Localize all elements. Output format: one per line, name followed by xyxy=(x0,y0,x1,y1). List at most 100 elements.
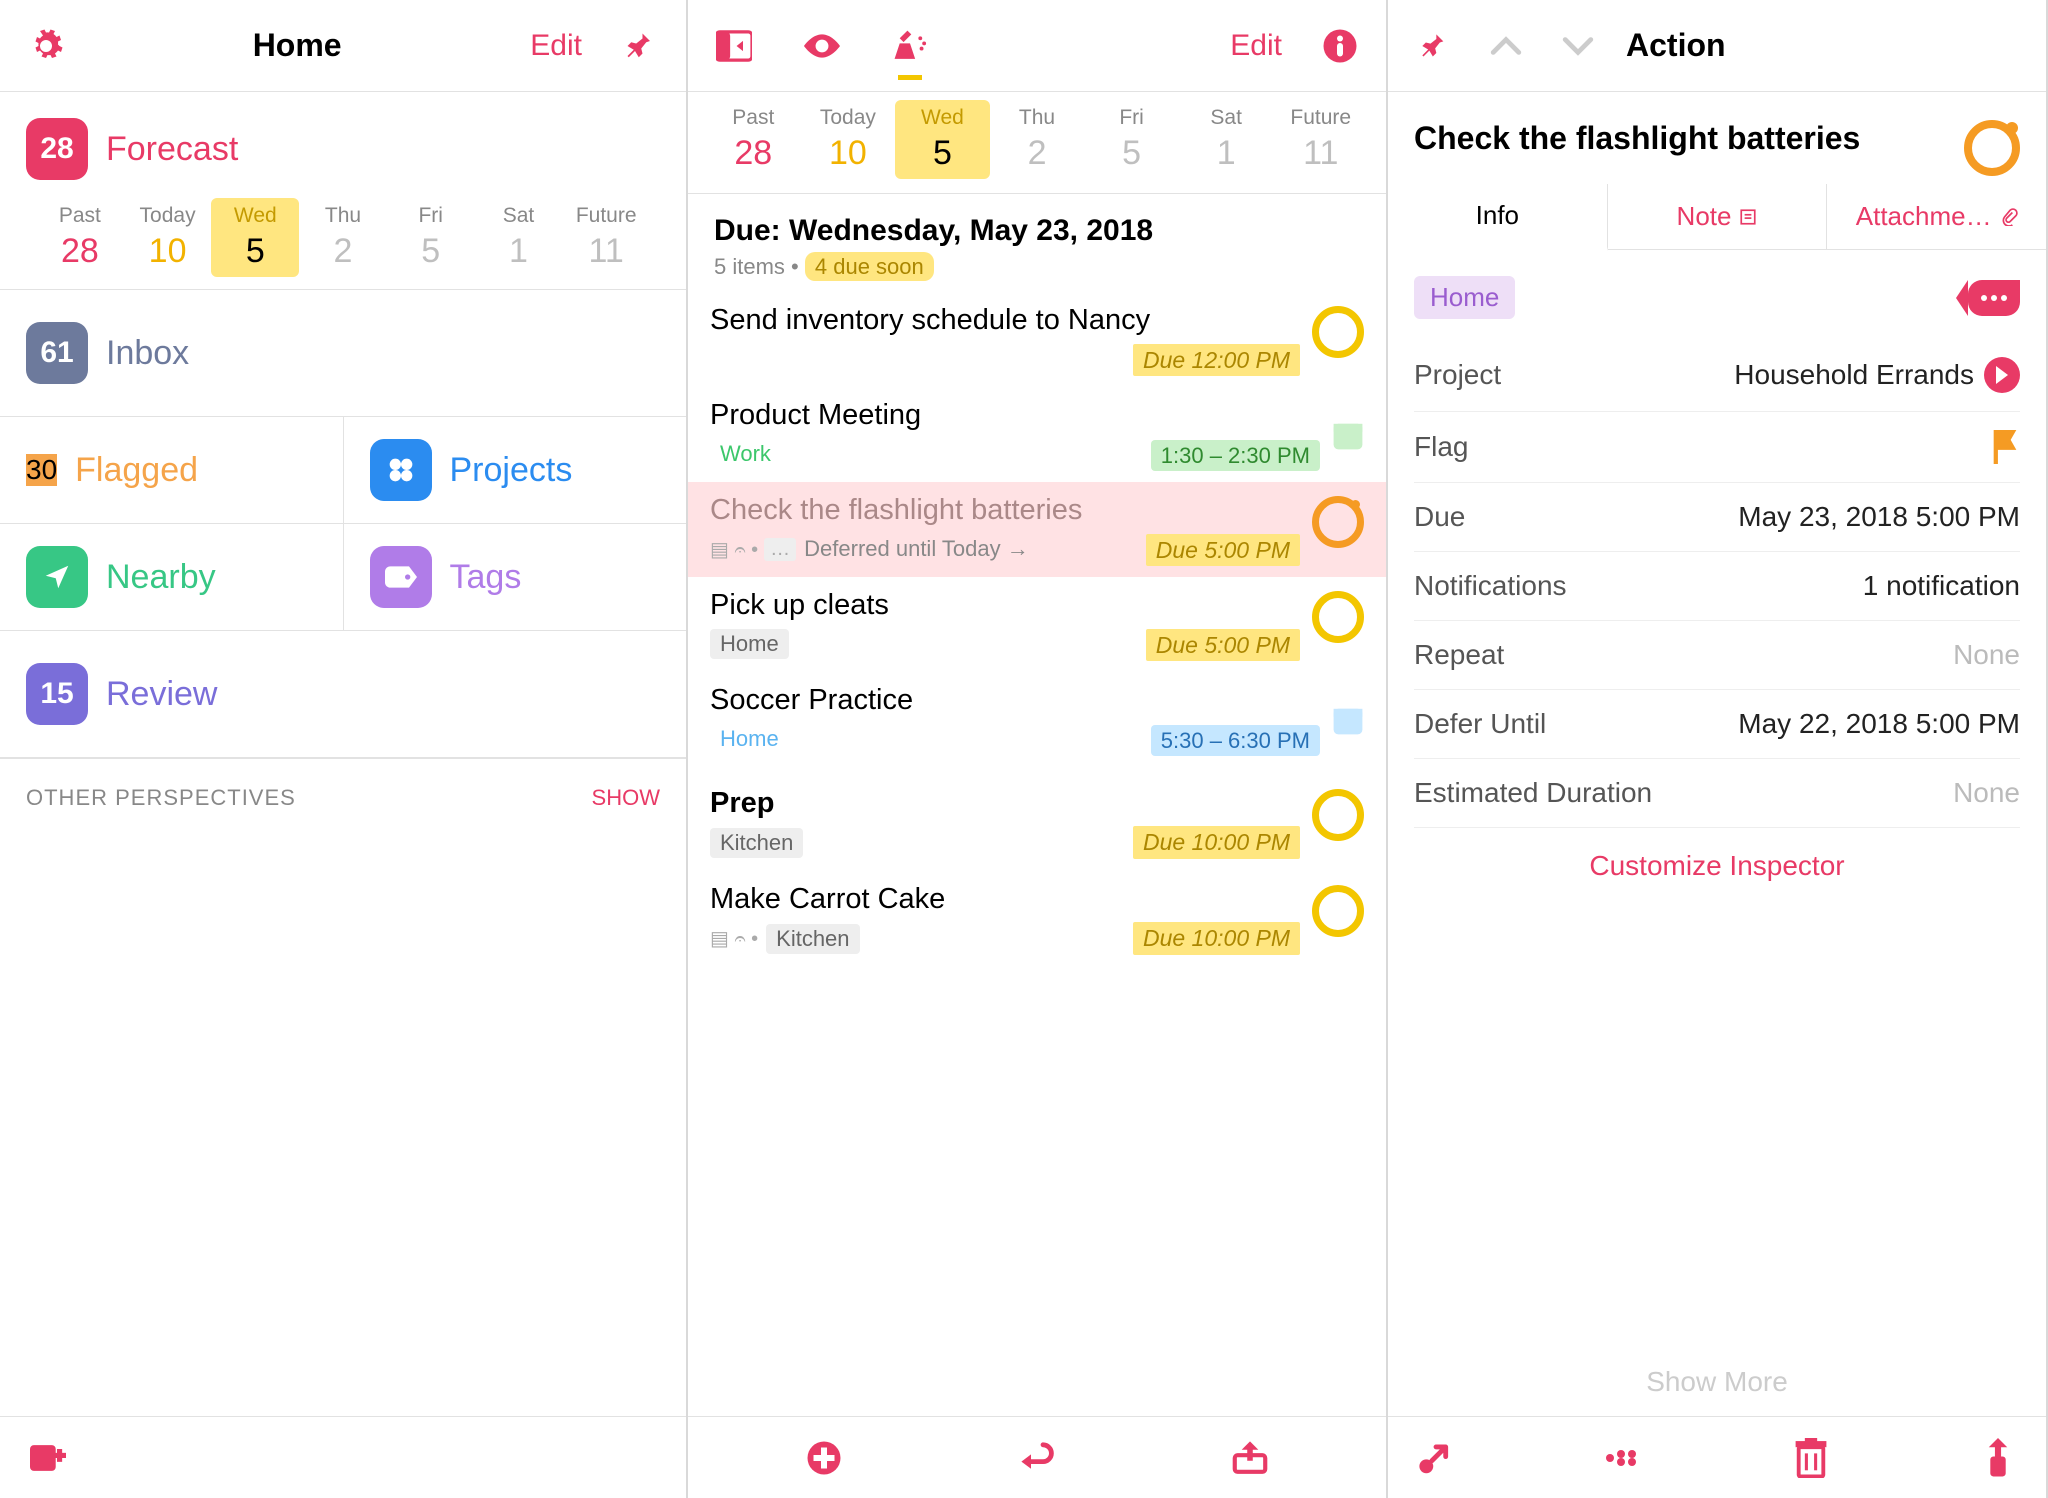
note-icon xyxy=(1739,208,1757,226)
task-group-row[interactable]: PrepKitchenDue 10:00 PM xyxy=(688,767,1386,871)
group-title: Prep xyxy=(710,787,1300,820)
flag-row[interactable]: Flag xyxy=(1414,412,2020,483)
repeat-label: Repeat xyxy=(1414,639,1504,671)
time-badge: 1:30 – 2:30 PM xyxy=(1151,440,1320,471)
nearby-perspective[interactable]: Nearby xyxy=(0,524,344,630)
cal-day[interactable]: Today10 xyxy=(124,198,212,277)
inbox-perspective[interactable]: 61 Inbox xyxy=(26,312,660,394)
cal-day[interactable]: Thu2 xyxy=(990,100,1085,179)
other-perspectives-header: OTHER PERSPECTIVES SHOW xyxy=(0,758,686,837)
cal-day[interactable]: Future11 xyxy=(1273,100,1368,179)
task-row[interactable]: Soccer PracticeHome5:30 – 6:30 PM xyxy=(688,672,1386,767)
pin-icon[interactable] xyxy=(622,28,658,64)
forecast-label: Forecast xyxy=(106,130,238,169)
add-icon[interactable] xyxy=(806,1440,842,1476)
task-row[interactable]: Product MeetingWork1:30 – 2:30 PM xyxy=(688,387,1386,482)
task-title-row: Check the flashlight batteries xyxy=(1388,92,2046,184)
cal-day[interactable]: Today10 xyxy=(801,100,896,179)
flagged-perspective[interactable]: 30 Flagged xyxy=(0,417,344,523)
notifications-value: 1 notification xyxy=(1863,570,2020,602)
show-button[interactable]: SHOW xyxy=(592,785,660,811)
duration-row[interactable]: Estimated Duration None xyxy=(1414,759,2020,828)
due-value: May 23, 2018 5:00 PM xyxy=(1738,501,2020,533)
repeat-row[interactable]: Repeat None xyxy=(1414,621,2020,690)
chevron-down-icon[interactable] xyxy=(1560,28,1596,64)
task-row[interactable]: Make Carrot Cake▤ 𝄐 •KitchenDue 10:00 PM xyxy=(688,871,1386,967)
chevron-up-icon[interactable] xyxy=(1488,28,1524,64)
status-circle-icon[interactable] xyxy=(1312,885,1364,937)
cleanup-icon[interactable] xyxy=(892,28,928,64)
sidebar-toggle-icon[interactable] xyxy=(716,28,752,64)
cal-day[interactable]: Fri5 xyxy=(1084,100,1179,179)
task-title: Product Meeting xyxy=(710,399,1320,432)
status-circle-icon[interactable] xyxy=(1312,789,1364,841)
cal-day[interactable]: Sat1 xyxy=(475,198,563,277)
list-topbar: Edit xyxy=(688,0,1386,92)
edit-button[interactable]: Edit xyxy=(1230,29,1282,63)
cal-day[interactable]: Wed5 xyxy=(211,198,299,277)
status-circle-icon[interactable] xyxy=(1312,496,1364,548)
project-row[interactable]: Project Household Errands xyxy=(1414,339,2020,412)
calendar-icon xyxy=(1332,419,1364,451)
task-title[interactable]: Check the flashlight batteries xyxy=(1414,120,1954,157)
forecast-badge: 28 xyxy=(26,118,88,180)
task-row[interactable]: Pick up cleats Home Due 5:00 PM xyxy=(688,577,1386,672)
add-tag-button[interactable] xyxy=(1968,280,2020,316)
tab-attachments[interactable]: Attachme… xyxy=(1827,184,2046,249)
projects-perspective[interactable]: Projects xyxy=(344,417,687,523)
review-badge: 15 xyxy=(26,663,88,725)
calendar-icon xyxy=(1332,704,1364,736)
show-more-button[interactable]: Show More xyxy=(1388,1366,2046,1398)
task-row[interactable]: Check the flashlight batteries▤ 𝄐 • …Def… xyxy=(688,482,1386,577)
convert-to-project-icon[interactable] xyxy=(1605,1440,1641,1476)
defer-row[interactable]: Defer Until May 22, 2018 5:00 PM xyxy=(1414,690,2020,759)
new-perspective-icon[interactable] xyxy=(30,1440,66,1476)
share-up-icon[interactable] xyxy=(1980,1440,2016,1476)
due-row[interactable]: Due May 23, 2018 5:00 PM xyxy=(1414,483,2020,552)
project-label: Project xyxy=(1414,359,1501,391)
cal-day[interactable]: Thu2 xyxy=(299,198,387,277)
task-title: Pick up cleats xyxy=(710,589,1300,622)
repeat-value: None xyxy=(1953,639,2020,671)
tab-note[interactable]: Note xyxy=(1608,184,1828,249)
tab-info[interactable]: Info xyxy=(1388,184,1608,251)
review-perspective[interactable]: 15 Review xyxy=(26,653,660,735)
customize-inspector-button[interactable]: Customize Inspector xyxy=(1414,828,2020,904)
task-tag: Home xyxy=(710,629,789,659)
inbox-badge: 61 xyxy=(26,322,88,384)
tag-home[interactable]: Home xyxy=(1414,276,1515,319)
cal-day[interactable]: Fri5 xyxy=(387,198,475,277)
undo-icon[interactable] xyxy=(1019,1440,1055,1476)
task-title: Send inventory schedule to Nancy xyxy=(710,304,1300,337)
due-badge: Due 5:00 PM xyxy=(1146,629,1300,661)
gear-icon[interactable] xyxy=(28,28,64,64)
tags-perspective[interactable]: Tags xyxy=(344,524,687,630)
task-row[interactable]: Send inventory schedule to NancyDue 12:0… xyxy=(688,292,1386,387)
status-circle-icon[interactable] xyxy=(1312,306,1364,358)
nearby-icon xyxy=(26,546,88,608)
inspector-title: Action xyxy=(1626,27,1726,64)
meta-icons: ▤ 𝄐 • … xyxy=(710,537,796,562)
time-badge: 5:30 – 6:30 PM xyxy=(1151,725,1320,756)
status-circle-icon[interactable] xyxy=(1312,591,1364,643)
cal-day[interactable]: Past28 xyxy=(36,198,124,277)
forecast-perspective[interactable]: 28 Forecast xyxy=(26,108,660,190)
due-label: Due xyxy=(1414,501,1465,533)
projects-label: Projects xyxy=(450,451,573,490)
cal-day[interactable]: Future11 xyxy=(562,198,650,277)
go-to-project-icon[interactable] xyxy=(1418,1440,1454,1476)
pin-icon[interactable] xyxy=(1416,28,1452,64)
trash-icon[interactable] xyxy=(1793,1440,1829,1476)
notifications-row[interactable]: Notifications 1 notification xyxy=(1414,552,2020,621)
share-icon[interactable] xyxy=(1232,1440,1268,1476)
edit-button[interactable]: Edit xyxy=(530,29,582,63)
eye-icon[interactable] xyxy=(804,28,840,64)
cal-day[interactable]: Past28 xyxy=(706,100,801,179)
cal-day[interactable]: Sat1 xyxy=(1179,100,1274,179)
info-icon[interactable] xyxy=(1322,28,1358,64)
inspector-topbar: Action xyxy=(1388,0,2046,92)
status-circle-icon[interactable] xyxy=(1964,120,2020,176)
mini-calendar: Past28Today10Wed5Thu2Fri5Sat1Future11 xyxy=(26,190,660,289)
cal-day[interactable]: Wed5 xyxy=(895,100,990,179)
task-title: Make Carrot Cake xyxy=(710,883,1300,916)
